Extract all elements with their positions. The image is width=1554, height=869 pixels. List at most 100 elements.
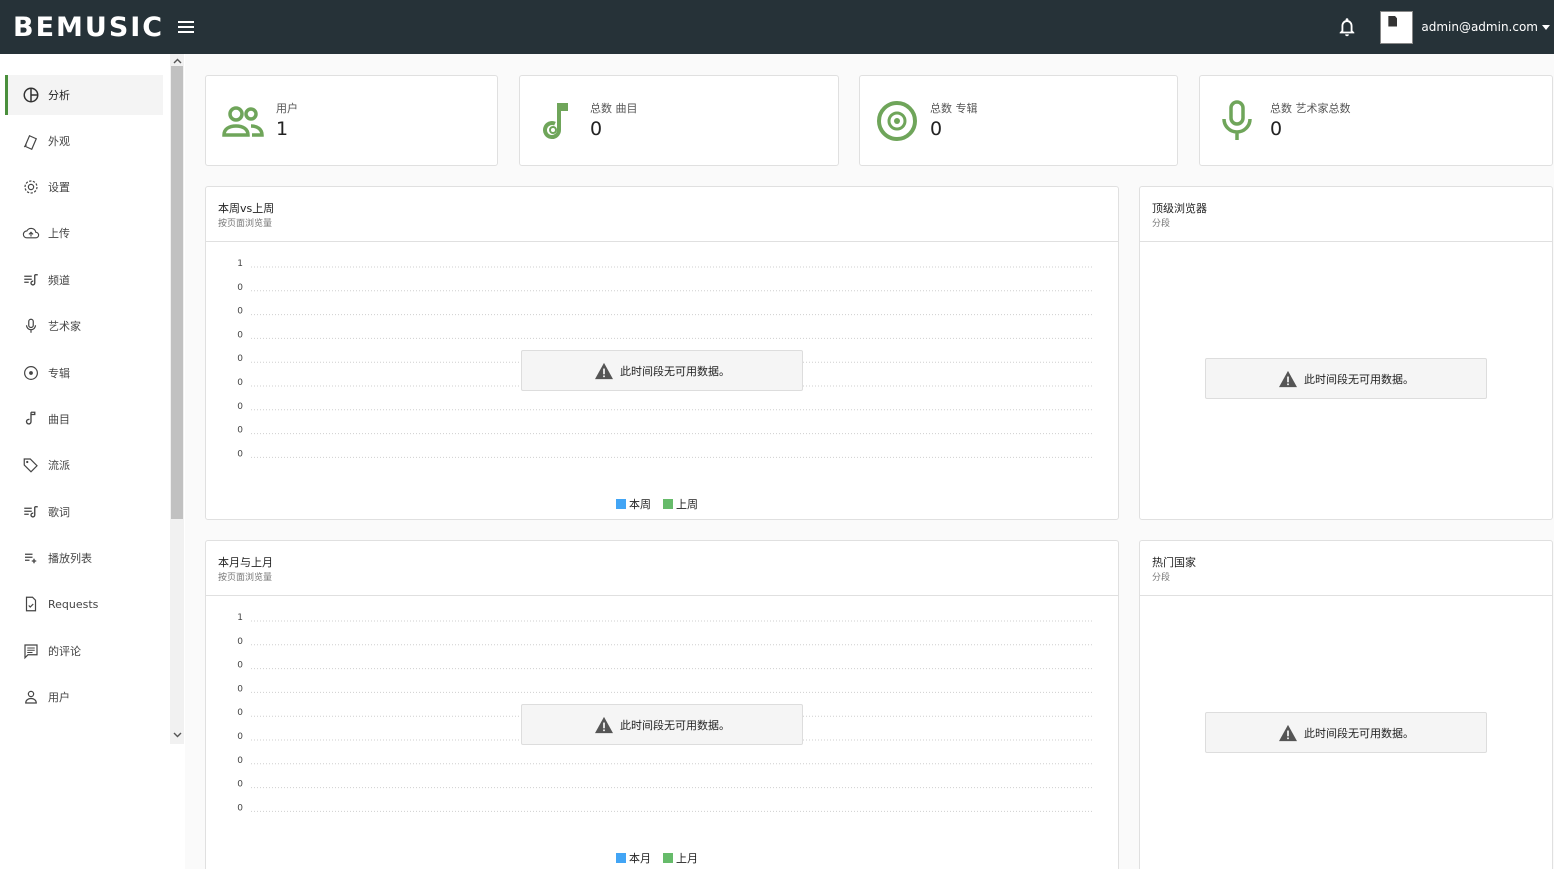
sidebar-item-label: 设置: [48, 181, 70, 194]
y-tick-label: 0: [237, 780, 243, 790]
panel-title: 本周vs上周: [218, 202, 275, 215]
panel-title: 热门国家: [1152, 556, 1196, 569]
sidebar-item-comments[interactable]: 的评论: [5, 631, 163, 671]
stat-label: 总数 专辑: [930, 102, 978, 115]
panel-header: 本周vs上周 按页面浏览量: [206, 187, 1118, 242]
warning-icon: [595, 362, 613, 379]
legend-item-previous[interactable]: 上周: [663, 496, 698, 512]
no-data-text: 此时间段无可用数据。: [1304, 372, 1414, 386]
stat-value: 0: [590, 118, 603, 140]
legend-swatch: [663, 499, 673, 509]
stat-card-albums: 总数 专辑 0: [859, 75, 1178, 166]
y-tick-label: 1: [237, 613, 243, 623]
mic-icon: [22, 317, 40, 335]
y-tick-label: 0: [237, 684, 243, 694]
mic-icon: [1214, 98, 1260, 144]
no-data-notice: 此时间段无可用数据。: [1205, 712, 1487, 753]
y-tick-label: 1: [237, 259, 243, 269]
lyrics-icon: [22, 503, 40, 521]
panel-week-vs-last-week: 本周vs上周 按页面浏览量 1 0 0 0 0 0 0 0 0 此时间段无可用数据。 本周 上周: [205, 186, 1119, 520]
stat-value: 1: [276, 118, 289, 140]
legend-item-current[interactable]: 本月: [616, 850, 651, 866]
sidebar-item-playlists[interactable]: 播放列表: [5, 538, 163, 578]
legend-item-current[interactable]: 本周: [616, 496, 651, 512]
person-icon: [22, 688, 40, 706]
sidebar-item-label: 频道: [48, 274, 70, 287]
legend-item-previous[interactable]: 上月: [663, 850, 698, 866]
legend-swatch: [663, 853, 673, 863]
sidebar-scrollbar[interactable]: [170, 54, 184, 744]
panel-subtitle: 按页面浏览量: [218, 219, 273, 229]
y-tick-label: 0: [237, 661, 243, 671]
gear-icon: [22, 178, 40, 196]
album-icon: [874, 98, 920, 144]
stat-value: 0: [1270, 118, 1283, 140]
legend-swatch: [616, 853, 626, 863]
sidebar-item-label: 外观: [48, 135, 70, 148]
y-tick-label: 0: [237, 307, 243, 317]
sidebar-item-label: 播放列表: [48, 552, 92, 565]
sidebar-item-analytics[interactable]: 分析: [5, 75, 163, 115]
sidebar-item-albums[interactable]: 专辑: [5, 353, 163, 393]
comment-icon: [22, 642, 40, 660]
top-navbar: BEMUSIC admin@admin.com: [0, 0, 1554, 54]
panel-header: 顶级浏览器 分段: [1140, 187, 1552, 242]
menu-toggle-icon[interactable]: [178, 21, 195, 33]
y-tick-label: 0: [237, 354, 243, 364]
music-note-icon: [22, 410, 40, 428]
sidebar-item-users[interactable]: 用户: [5, 677, 163, 717]
cloud-upload-icon: [22, 224, 40, 242]
y-tick-label: 0: [237, 402, 243, 412]
sidebar-item-label: 流派: [48, 459, 70, 472]
legend-swatch: [616, 499, 626, 509]
queue-music-icon: [22, 271, 40, 289]
y-tick-label: 0: [237, 803, 243, 813]
analytics-icon: [22, 86, 40, 104]
sidebar-item-label: 曲目: [48, 413, 70, 426]
sidebar-item-appearance[interactable]: 外观: [5, 121, 163, 161]
sidebar-item-label: 分析: [48, 89, 70, 102]
chart-legend: 本周 上周: [616, 496, 710, 512]
app-logo[interactable]: BEMUSIC: [13, 12, 164, 43]
y-tick-label: 0: [237, 426, 243, 436]
sidebar-item-requests[interactable]: Requests: [5, 584, 163, 624]
panel-subtitle: 分段: [1152, 573, 1171, 583]
user-avatar[interactable]: [1380, 10, 1414, 44]
tag-icon: [22, 456, 40, 474]
sidebar-item-upload[interactable]: 上传: [5, 213, 163, 253]
scrollbar-thumb[interactable]: [171, 66, 183, 519]
legend-label: 上月: [676, 852, 698, 865]
notifications-bell-icon[interactable]: [1336, 16, 1358, 38]
stat-label: 总数 曲目: [590, 102, 638, 115]
sidebar-item-settings[interactable]: 设置: [5, 167, 163, 207]
chart-legend: 本月 上月: [616, 850, 710, 866]
users-icon: [220, 98, 266, 144]
sidebar-item-label: 专辑: [48, 367, 70, 380]
legend-label: 上周: [676, 498, 698, 511]
no-data-text: 此时间段无可用数据。: [620, 364, 730, 378]
no-data-text: 此时间段无可用数据。: [1304, 726, 1414, 740]
scroll-down-icon[interactable]: [170, 728, 184, 742]
sidebar-item-tracks[interactable]: 曲目: [5, 399, 163, 439]
stat-label: 用户: [276, 102, 298, 115]
sidebar-item-channels[interactable]: 频道: [5, 260, 163, 300]
no-data-notice: 此时间段无可用数据。: [521, 350, 803, 391]
sidebar-item-lyrics[interactable]: 歌词: [5, 492, 163, 532]
user-email[interactable]: admin@admin.com: [1421, 20, 1538, 34]
sidebar-item-label: 的评论: [48, 645, 81, 658]
stat-card-artists: 总数 艺术家总数 0: [1199, 75, 1553, 166]
sidebar-item-label: Requests: [48, 597, 99, 611]
stat-value: 0: [930, 118, 943, 140]
warning-icon: [1279, 370, 1297, 387]
no-data-notice: 此时间段无可用数据。: [521, 704, 803, 745]
sidebar-item-artists[interactable]: 艺术家: [5, 306, 163, 346]
no-data-notice: 此时间段无可用数据。: [1205, 358, 1487, 399]
y-tick-label: 0: [237, 637, 243, 647]
chevron-down-icon[interactable]: [1542, 24, 1550, 30]
no-data-text: 此时间段无可用数据。: [620, 718, 730, 732]
album-icon: [22, 364, 40, 382]
panel-header: 本月与上月 按页面浏览量: [206, 541, 1118, 596]
sidebar-item-genres[interactable]: 流派: [5, 445, 163, 485]
legend-label: 本月: [629, 852, 651, 865]
stat-card-users: 用户 1: [205, 75, 498, 166]
